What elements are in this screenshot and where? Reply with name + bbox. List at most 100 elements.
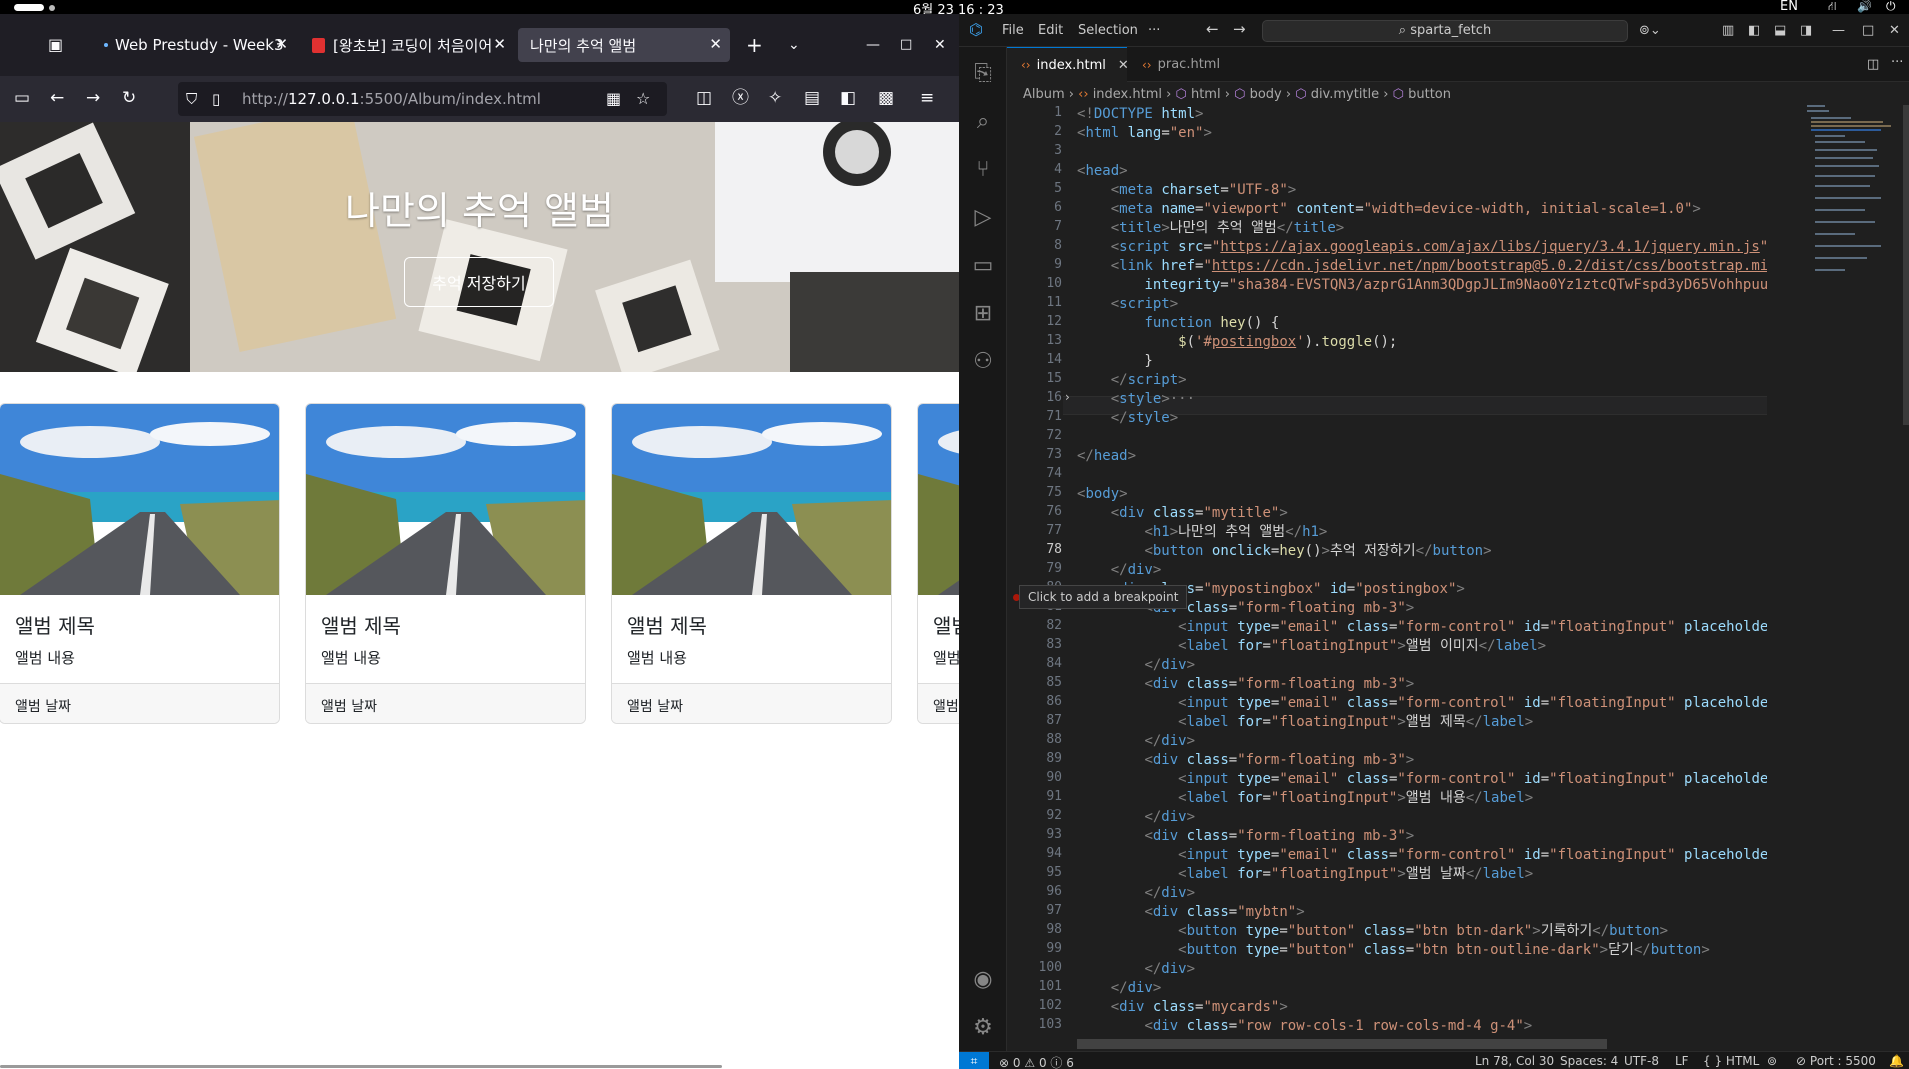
accounts-icon[interactable]: ◉ bbox=[971, 967, 995, 992]
breadcrumb-item[interactable]: body bbox=[1250, 87, 1282, 102]
line-number[interactable]: 101 bbox=[1007, 979, 1062, 994]
line-number[interactable]: 78 bbox=[1007, 542, 1062, 557]
toggle-sidebar-icon[interactable]: ◧ bbox=[1748, 23, 1760, 38]
line-number[interactable]: 86 bbox=[1007, 694, 1062, 709]
menu-file[interactable]: File bbox=[1002, 23, 1024, 38]
split-editor-icon[interactable]: ◫ bbox=[1867, 57, 1879, 72]
tab-web-prestudy[interactable]: Web Prestudy - Week3 ✕ bbox=[92, 28, 296, 62]
line-number[interactable]: 77 bbox=[1007, 523, 1062, 538]
breadcrumb-item[interactable]: button bbox=[1408, 87, 1451, 102]
pocket-icon[interactable]: ◫ bbox=[696, 87, 712, 109]
page-info-icon[interactable]: ▯ bbox=[212, 88, 220, 110]
line-number[interactable]: 2 bbox=[1007, 124, 1062, 139]
end-of-line[interactable]: LF bbox=[1675, 1054, 1689, 1068]
language-mode[interactable]: { } HTML bbox=[1703, 1054, 1759, 1068]
problems-indicator[interactable]: ⊗ 0 ⚠ 0 ⓘ 6 bbox=[999, 1054, 1074, 1069]
line-number[interactable]: 99 bbox=[1007, 941, 1062, 956]
line-number[interactable]: 79 bbox=[1007, 561, 1062, 576]
line-number[interactable]: 8 bbox=[1007, 238, 1062, 253]
line-number[interactable]: 95 bbox=[1007, 865, 1062, 880]
line-number[interactable]: 75 bbox=[1007, 485, 1062, 500]
line-number[interactable]: 74 bbox=[1007, 466, 1062, 481]
remote-explorer-icon[interactable]: ▭ bbox=[971, 253, 995, 278]
close-icon[interactable]: ✕ bbox=[275, 35, 288, 53]
python-icon[interactable]: ⚇ bbox=[971, 349, 995, 374]
line-number[interactable]: 97 bbox=[1007, 903, 1062, 918]
tab-coding-course[interactable]: [왕초보] 코딩이 처음이어도 ✕ bbox=[300, 28, 514, 62]
line-number[interactable]: 5 bbox=[1007, 181, 1062, 196]
horizontal-scrollbar[interactable] bbox=[1077, 1039, 1607, 1049]
explorer-files-icon[interactable]: ⎘ bbox=[971, 61, 995, 86]
tab-prac-html[interactable]: ‹› prac.html bbox=[1128, 47, 1238, 82]
encoding[interactable]: UTF-8 bbox=[1624, 1054, 1659, 1068]
line-number[interactable]: 90 bbox=[1007, 770, 1062, 785]
line-number[interactable]: 94 bbox=[1007, 846, 1062, 861]
line-number[interactable]: 7 bbox=[1007, 219, 1062, 234]
remote-indicator-icon[interactable]: ⌗ bbox=[959, 1052, 989, 1069]
line-number[interactable]: 85 bbox=[1007, 675, 1062, 690]
volume-icon[interactable]: 🔊 bbox=[1857, 0, 1872, 13]
horizontal-scrollbar[interactable] bbox=[0, 1065, 722, 1068]
line-number[interactable]: 84 bbox=[1007, 656, 1062, 671]
line-number[interactable]: 6 bbox=[1007, 200, 1062, 215]
more-actions-icon[interactable]: ··· bbox=[1891, 55, 1903, 70]
extension-x-icon[interactable]: ⓧ bbox=[732, 87, 749, 109]
window-close-icon[interactable]: ✕ bbox=[1889, 23, 1900, 38]
line-number[interactable]: 4 bbox=[1007, 162, 1062, 177]
line-number[interactable]: 92 bbox=[1007, 808, 1062, 823]
fold-chevron-right-icon[interactable]: › bbox=[1065, 390, 1070, 404]
line-number[interactable]: 89 bbox=[1007, 751, 1062, 766]
firefox-view-icon[interactable]: ▣ bbox=[48, 34, 63, 56]
tab-index-html[interactable]: ‹› index.html ✕ bbox=[1007, 47, 1129, 82]
line-number[interactable]: 71 bbox=[1007, 409, 1062, 424]
line-number[interactable]: 88 bbox=[1007, 732, 1062, 747]
maximize-icon[interactable]: □ bbox=[1862, 23, 1874, 38]
line-number[interactable]: 9 bbox=[1007, 257, 1062, 272]
menu-more[interactable]: ··· bbox=[1148, 23, 1160, 38]
line-number[interactable]: 93 bbox=[1007, 827, 1062, 842]
source-control-icon[interactable]: ⑂ bbox=[971, 157, 995, 182]
window-close-icon[interactable]: ✕ bbox=[934, 34, 946, 56]
toggle-panel-layout-icon[interactable]: ▥ bbox=[1722, 23, 1734, 38]
search-icon[interactable]: ⌕ bbox=[971, 109, 995, 134]
notifications-bell-icon[interactable]: 🔔 bbox=[1889, 1054, 1904, 1068]
line-number[interactable]: 11 bbox=[1007, 295, 1062, 310]
close-icon[interactable]: ✕ bbox=[493, 35, 506, 53]
new-tab-plus-icon[interactable]: + bbox=[746, 34, 763, 56]
line-number[interactable]: 15 bbox=[1007, 371, 1062, 386]
cursor-position[interactable]: Ln 78, Col 30 bbox=[1475, 1054, 1554, 1068]
url-text[interactable]: http://127.0.0.1:5500/Album/index.html bbox=[242, 90, 541, 108]
command-center-search[interactable]: ⌕ sparta_fetch bbox=[1262, 20, 1628, 42]
save-memory-button[interactable]: 추억 저장하기 bbox=[404, 257, 554, 307]
breadcrumb-item[interactable]: Album bbox=[1023, 87, 1065, 102]
line-number[interactable]: 72 bbox=[1007, 428, 1062, 443]
vertical-scrollbar[interactable] bbox=[1903, 105, 1909, 425]
line-number[interactable]: 91 bbox=[1007, 789, 1062, 804]
network-icon[interactable]: ⛙ bbox=[1828, 0, 1836, 15]
line-number[interactable]: 3 bbox=[1007, 143, 1062, 158]
menu-edit[interactable]: Edit bbox=[1038, 23, 1063, 38]
forward-arrow-icon[interactable]: → bbox=[86, 87, 100, 109]
sidebar-icon[interactable]: ▭ bbox=[14, 87, 30, 109]
line-number[interactable]: 76 bbox=[1007, 504, 1062, 519]
toggle-secondary-sidebar-icon[interactable]: ◨ bbox=[1800, 23, 1812, 38]
menu-hamburger-icon[interactable]: ≡ bbox=[920, 87, 934, 109]
extension-stripe-icon[interactable]: ▤ bbox=[804, 87, 820, 109]
line-number[interactable]: 10 bbox=[1007, 276, 1062, 291]
line-number[interactable]: 96 bbox=[1007, 884, 1062, 899]
activities-indicator[interactable] bbox=[14, 4, 44, 11]
keyboard-layout[interactable]: EN bbox=[1780, 0, 1798, 14]
menu-selection[interactable]: Selection bbox=[1078, 23, 1138, 38]
gear-icon[interactable]: ⚙ bbox=[971, 1015, 995, 1040]
extensions-icon[interactable]: ⊞ bbox=[971, 301, 995, 326]
line-number[interactable]: 98 bbox=[1007, 922, 1062, 937]
breadcrumb-item[interactable]: div.mytitle bbox=[1311, 87, 1379, 102]
minimize-icon[interactable]: — bbox=[866, 34, 880, 56]
minimize-icon[interactable]: — bbox=[1832, 23, 1845, 38]
toggle-bottom-panel-icon[interactable]: ⬓ bbox=[1774, 23, 1786, 38]
copilot-status-icon[interactable]: ⊚ bbox=[1767, 1054, 1777, 1068]
qr-code-icon[interactable]: ▦ bbox=[606, 88, 621, 110]
extension-grid-icon[interactable]: ▩ bbox=[878, 87, 894, 109]
minimap[interactable] bbox=[1807, 105, 1897, 355]
list-tabs-chevron-down-icon[interactable]: ⌄ bbox=[788, 34, 800, 56]
